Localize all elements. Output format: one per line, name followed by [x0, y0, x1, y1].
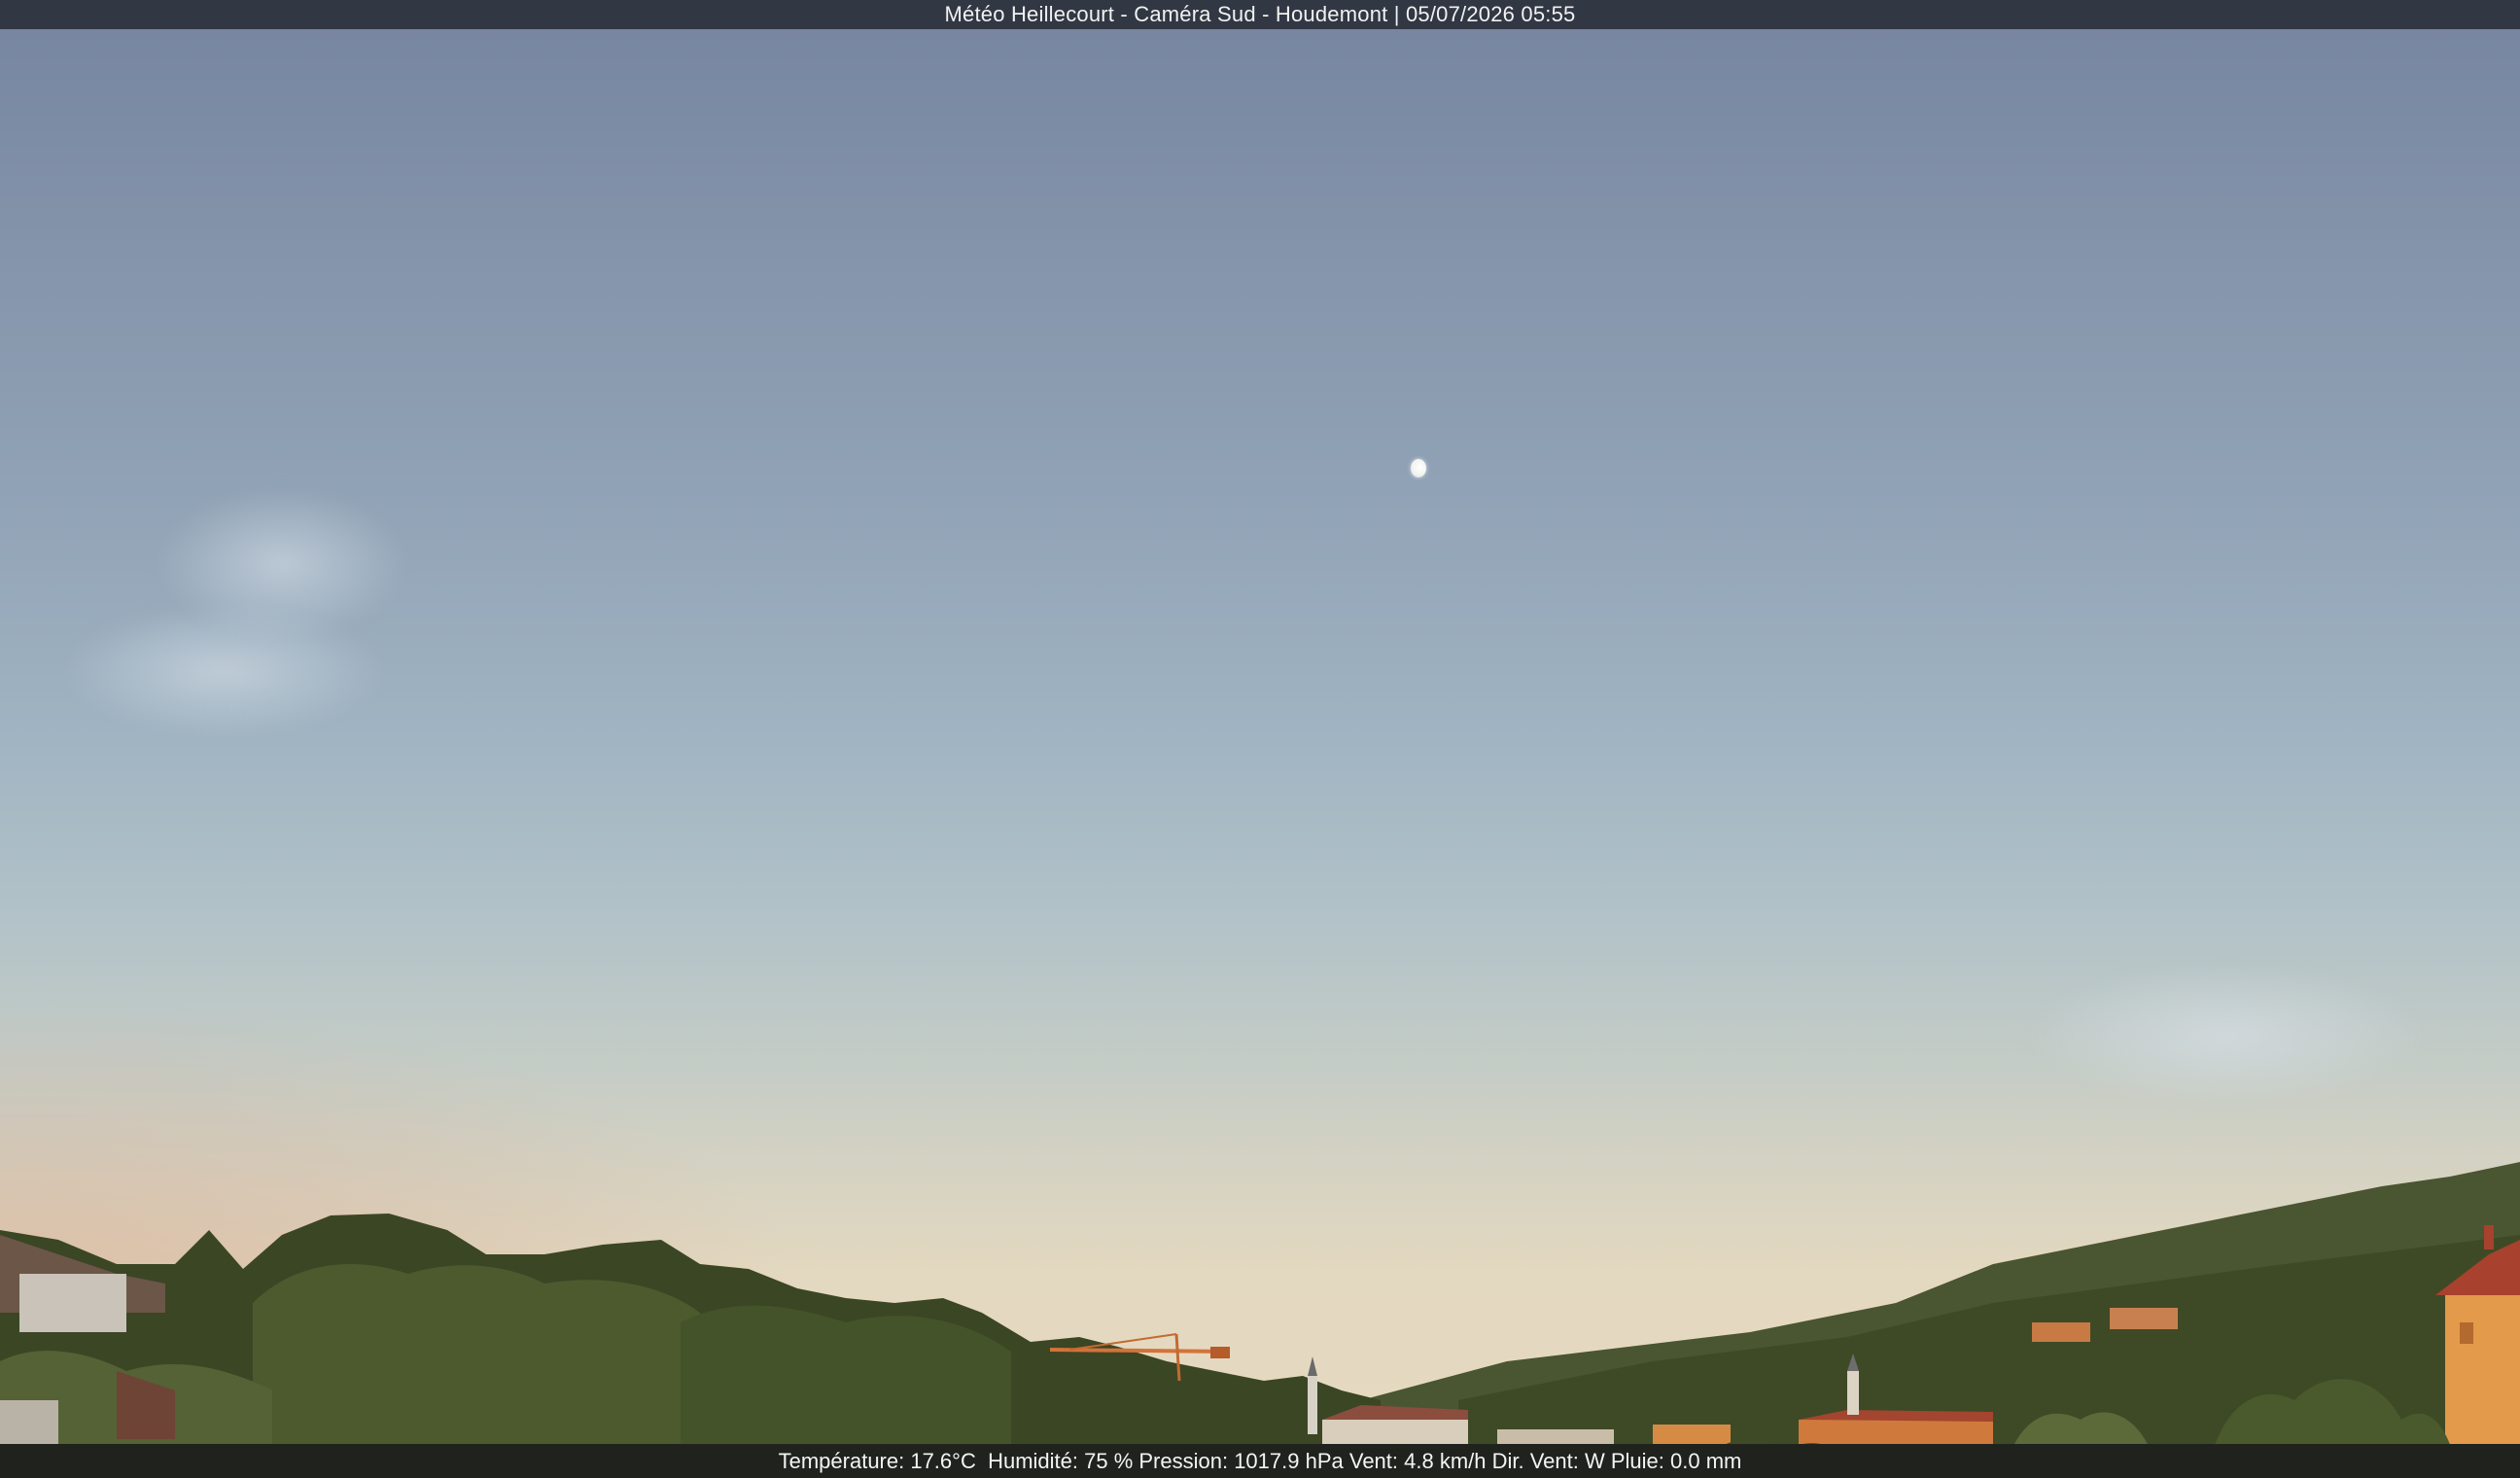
pressure-reading: Pression: 1017.9 hPa — [1138, 1448, 1349, 1473]
temperature-reading: Température: 17.6°C — [778, 1448, 989, 1473]
humidity-reading: Humidité: 75 % — [988, 1448, 1139, 1473]
wind-speed-reading: Vent: 4.8 km/h — [1348, 1448, 1492, 1473]
weather-readings-bar: Température: 17.6°C Humidité: 75 % Press… — [0, 1444, 2520, 1478]
camera-title-bar: Météo Heillecourt - Caméra Sud - Houdemo… — [0, 0, 2520, 29]
landscape — [0, 1162, 2520, 1478]
camera-title: Météo Heillecourt - Caméra Sud - Houdemo… — [944, 2, 1576, 26]
webcam-frame: Météo Heillecourt - Caméra Sud - Houdemo… — [0, 0, 2520, 1478]
bell-tower — [1308, 1376, 1317, 1434]
orange-building — [2445, 1293, 2520, 1444]
wind-direction-reading: Dir. Vent: W — [1491, 1448, 1611, 1473]
rain-reading: Pluie: 0.0 mm — [1610, 1448, 1742, 1473]
weather-readings: Température: 17.6°C Humidité: 75 % Press… — [779, 1449, 1742, 1474]
